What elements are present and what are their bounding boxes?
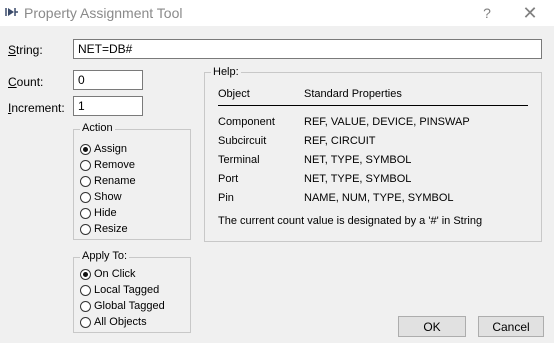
help-object: Pin — [218, 191, 234, 204]
radio-icon — [80, 284, 91, 296]
action-resize-radio[interactable]: Resize — [80, 221, 136, 237]
string-input[interactable]: NET=DB# — [73, 39, 542, 59]
help-object: Subcircuit — [218, 134, 267, 147]
increment-input[interactable]: 1 — [73, 96, 143, 116]
help-object: Terminal — [218, 153, 260, 166]
radio-icon — [80, 300, 91, 312]
help-row: Subcircuit REF, CIRCUIT — [218, 131, 528, 150]
ok-button[interactable]: OK — [398, 316, 466, 337]
help-row: Port NET, TYPE, SYMBOL — [218, 169, 528, 188]
action-rename-radio[interactable]: Rename — [80, 173, 136, 189]
app-icon — [5, 5, 19, 19]
count-label: Count: — [8, 75, 44, 89]
action-show-radio[interactable]: Show — [80, 189, 136, 205]
cancel-button[interactable]: Cancel — [478, 316, 544, 337]
radio-icon — [80, 207, 91, 219]
help-row: Pin NAME, NUM, TYPE, SYMBOL — [218, 188, 528, 207]
radio-icon — [80, 191, 91, 203]
radio-icon — [80, 159, 91, 171]
help-properties: NET, TYPE, SYMBOL — [304, 172, 412, 185]
close-button[interactable]: ✕ — [518, 3, 542, 23]
radio-checked-icon — [80, 143, 91, 155]
apply-all-objects-radio[interactable]: All Objects — [80, 314, 165, 330]
increment-label: Increment: — [8, 101, 65, 115]
help-button[interactable]: ? — [476, 3, 498, 23]
action-assign-radio[interactable]: Assign — [80, 141, 136, 157]
help-properties: NAME, NUM, TYPE, SYMBOL — [304, 191, 454, 204]
apply-on-click-radio[interactable]: On Click — [80, 266, 165, 282]
increment-value: 1 — [78, 99, 85, 113]
radio-checked-icon — [80, 268, 91, 280]
help-panel: Help: Object Standard Properties Compone… — [204, 66, 542, 242]
string-value: NET=DB# — [78, 42, 133, 56]
help-header-row: Object Standard Properties — [218, 85, 528, 103]
help-note: The current count value is designated by… — [218, 215, 483, 227]
action-group-title: Action — [80, 122, 115, 134]
help-col-object: Object — [218, 88, 250, 100]
help-properties: NET, TYPE, SYMBOL — [304, 153, 412, 166]
help-table: Object Standard Properties Component REF,… — [218, 85, 528, 207]
radio-icon — [80, 316, 91, 328]
help-properties: REF, VALUE, DEVICE, PINSWAP — [304, 115, 470, 128]
apply-to-group: Apply To: On Click Local Tagged Global T… — [73, 250, 191, 333]
help-title: Help: — [211, 66, 241, 78]
window-title: Property Assignment Tool — [24, 5, 183, 21]
count-value: 0 — [78, 73, 85, 87]
help-properties: REF, CIRCUIT — [304, 134, 376, 147]
action-remove-radio[interactable]: Remove — [80, 157, 136, 173]
action-group: Action Assign Remove Rename Show Hide Re… — [73, 122, 191, 240]
apply-to-group-title: Apply To: — [80, 250, 130, 262]
help-object: Port — [218, 172, 239, 185]
help-row: Component REF, VALUE, DEVICE, PINSWAP — [218, 112, 528, 131]
action-hide-radio[interactable]: Hide — [80, 205, 136, 221]
apply-global-tagged-radio[interactable]: Global Tagged — [80, 298, 165, 314]
help-object: Component — [218, 115, 275, 128]
radio-icon — [80, 175, 91, 187]
help-row: Terminal NET, TYPE, SYMBOL — [218, 150, 528, 169]
apply-local-tagged-radio[interactable]: Local Tagged — [80, 282, 165, 298]
help-col-properties: Standard Properties — [304, 88, 402, 100]
count-input[interactable]: 0 — [73, 70, 143, 90]
help-divider — [218, 105, 528, 106]
string-label: String: — [8, 43, 43, 57]
radio-icon — [80, 223, 91, 235]
